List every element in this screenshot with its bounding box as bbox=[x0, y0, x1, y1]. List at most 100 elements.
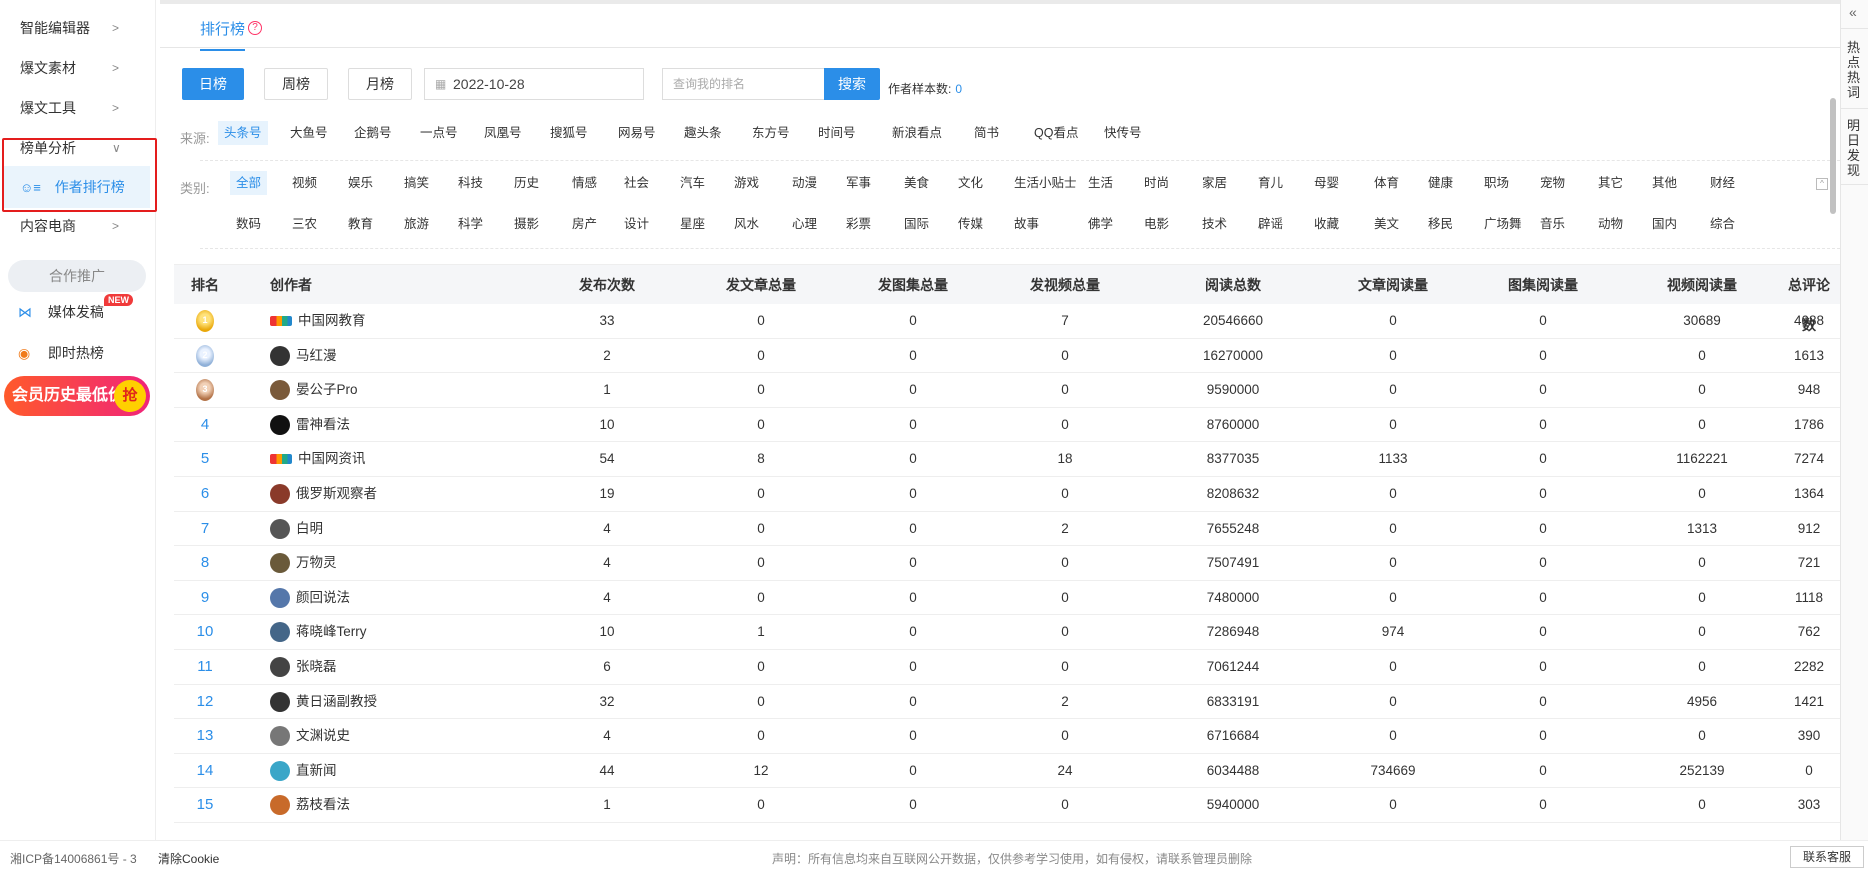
source-option[interactable]: 简书 bbox=[968, 121, 1005, 145]
category-option[interactable]: 其它 bbox=[1592, 171, 1629, 195]
day-ranking-button[interactable]: 日榜 bbox=[182, 68, 244, 100]
category-option[interactable]: 数码 bbox=[230, 212, 267, 236]
source-option[interactable]: 凤凰号 bbox=[478, 121, 528, 145]
date-picker[interactable]: ▦ 2022-10-28 bbox=[424, 68, 644, 100]
category-option[interactable]: 传媒 bbox=[952, 212, 989, 236]
category-option[interactable]: 科技 bbox=[452, 171, 489, 195]
source-option[interactable]: 企鹅号 bbox=[348, 121, 398, 145]
author-name[interactable]: 中国网教育 bbox=[298, 304, 366, 338]
category-option[interactable]: 搞笑 bbox=[398, 171, 435, 195]
author-name[interactable]: 直新闻 bbox=[296, 754, 337, 788]
source-option[interactable]: 搜狐号 bbox=[544, 121, 594, 145]
column-header[interactable]: 排名 bbox=[174, 265, 236, 305]
category-option[interactable]: 母婴 bbox=[1308, 171, 1345, 195]
member-promo-banner[interactable]: 会员历史最低价 抢 bbox=[4, 376, 150, 416]
column-header[interactable]: 发视频总量 bbox=[1000, 265, 1130, 305]
source-option[interactable]: 新浪看点 bbox=[886, 121, 948, 145]
category-option[interactable]: 娱乐 bbox=[342, 171, 379, 195]
author-name[interactable]: 万物灵 bbox=[296, 546, 337, 580]
author-cell[interactable]: 中国网教育 bbox=[270, 304, 470, 338]
week-ranking-button[interactable]: 周榜 bbox=[264, 68, 328, 100]
hot-list-link[interactable]: ◉ 即时热榜 bbox=[18, 343, 104, 363]
source-option[interactable]: 趣头条 bbox=[678, 121, 728, 145]
hot-words-tab[interactable]: 热点热词 bbox=[1847, 40, 1861, 100]
column-header[interactable]: 总评论数 bbox=[1782, 265, 1836, 333]
author-cell[interactable]: 白明 bbox=[270, 512, 470, 546]
scrollbar-thumb[interactable] bbox=[1830, 98, 1836, 214]
category-option[interactable]: 生活 bbox=[1082, 171, 1119, 195]
source-option[interactable]: 东方号 bbox=[746, 121, 796, 145]
media-publish-link[interactable]: ⋈ 媒体发稿 NEW bbox=[18, 294, 133, 322]
category-option[interactable]: 职场 bbox=[1478, 171, 1515, 195]
category-option[interactable]: 房产 bbox=[566, 212, 603, 236]
author-cell[interactable]: 张晓磊 bbox=[270, 650, 470, 684]
rank-search-input[interactable]: 查询我的排名 bbox=[662, 68, 824, 100]
author-name[interactable]: 颜回说法 bbox=[296, 581, 350, 615]
category-option[interactable]: 军事 bbox=[840, 171, 877, 195]
category-option[interactable]: 文化 bbox=[952, 171, 989, 195]
author-name[interactable]: 俄罗斯观察者 bbox=[296, 477, 377, 511]
category-option[interactable]: 全部 bbox=[230, 171, 268, 195]
column-header[interactable]: 图集阅读量 bbox=[1474, 265, 1612, 305]
contact-support-button[interactable]: 联系客服 bbox=[1790, 846, 1864, 868]
author-cell[interactable]: 马红漫 bbox=[270, 339, 470, 373]
author-cell[interactable]: 黄日涵副教授 bbox=[270, 685, 470, 719]
category-option[interactable]: 家居 bbox=[1196, 171, 1233, 195]
tab-ranking[interactable]: 排行榜 bbox=[200, 18, 246, 51]
category-option[interactable]: 美食 bbox=[898, 171, 935, 195]
category-option[interactable]: 设计 bbox=[618, 212, 655, 236]
column-header[interactable]: 阅读总数 bbox=[1164, 265, 1302, 305]
collapse-rail-icon[interactable]: « bbox=[1849, 4, 1857, 20]
author-cell[interactable]: 俄罗斯观察者 bbox=[270, 477, 470, 511]
icp-link[interactable]: 湘ICP备14006861号 - 3 bbox=[10, 850, 137, 867]
category-option[interactable]: 收藏 bbox=[1308, 212, 1345, 236]
category-option[interactable]: 故事 bbox=[1008, 212, 1045, 236]
column-header[interactable]: 视频阅读量 bbox=[1632, 265, 1772, 305]
column-header[interactable]: 创作者 bbox=[270, 265, 450, 305]
category-option[interactable]: 风水 bbox=[728, 212, 765, 236]
author-name[interactable]: 荔枝看法 bbox=[296, 788, 350, 822]
category-option[interactable]: 移民 bbox=[1422, 212, 1459, 236]
source-option[interactable]: 快传号 bbox=[1098, 121, 1148, 145]
column-header[interactable]: 发文章总量 bbox=[694, 265, 828, 305]
category-option[interactable]: 教育 bbox=[342, 212, 379, 236]
author-name[interactable]: 中国网资讯 bbox=[298, 442, 366, 476]
category-option[interactable]: 生活小贴士 bbox=[1008, 171, 1083, 195]
category-option[interactable]: 摄影 bbox=[508, 212, 545, 236]
column-header[interactable]: 文章阅读量 bbox=[1324, 265, 1462, 305]
category-option[interactable]: 广场舞 bbox=[1478, 212, 1528, 236]
search-button[interactable]: 搜索 bbox=[824, 68, 880, 100]
source-option[interactable]: 时间号 bbox=[812, 121, 862, 145]
category-option[interactable]: 电影 bbox=[1138, 212, 1175, 236]
category-option[interactable]: 音乐 bbox=[1534, 212, 1571, 236]
author-name[interactable]: 文渊说史 bbox=[296, 719, 350, 753]
author-name[interactable]: 晏公子Pro bbox=[296, 373, 358, 407]
category-option[interactable]: 视频 bbox=[286, 171, 323, 195]
sidebar-subitem-author-ranking[interactable]: ☺≡ 作者排行榜 bbox=[4, 166, 150, 208]
collapse-filter-icon[interactable]: ^ bbox=[1816, 178, 1828, 190]
author-name[interactable]: 张晓磊 bbox=[296, 650, 337, 684]
category-option[interactable]: 历史 bbox=[508, 171, 545, 195]
category-option[interactable]: 健康 bbox=[1422, 171, 1459, 195]
source-option[interactable]: 网易号 bbox=[612, 121, 662, 145]
category-option[interactable]: 宠物 bbox=[1534, 171, 1571, 195]
author-cell[interactable]: 中国网资讯 bbox=[270, 442, 470, 476]
column-header[interactable]: 发布次数 bbox=[538, 265, 676, 305]
category-option[interactable]: 其他 bbox=[1646, 171, 1683, 195]
author-cell[interactable]: 文渊说史 bbox=[270, 719, 470, 753]
category-option[interactable]: 育儿 bbox=[1252, 171, 1289, 195]
source-option[interactable]: QQ看点 bbox=[1028, 121, 1084, 145]
help-icon[interactable]: ? bbox=[248, 21, 262, 35]
category-option[interactable]: 游戏 bbox=[728, 171, 765, 195]
source-option[interactable]: 一点号 bbox=[414, 121, 464, 145]
category-option[interactable]: 星座 bbox=[674, 212, 711, 236]
source-option[interactable]: 头条号 bbox=[218, 121, 268, 145]
category-option[interactable]: 情感 bbox=[566, 171, 603, 195]
clear-cookie-link[interactable]: 清除Cookie bbox=[158, 850, 219, 867]
author-name[interactable]: 雷神看法 bbox=[296, 408, 350, 442]
sidebar-item-ecommerce[interactable]: 内容电商 > bbox=[0, 206, 156, 246]
author-cell[interactable]: 晏公子Pro bbox=[270, 373, 470, 407]
category-option[interactable]: 财经 bbox=[1704, 171, 1741, 195]
author-cell[interactable]: 蒋晓峰Terry bbox=[270, 615, 470, 649]
sidebar-item-editor[interactable]: 智能编辑器 > bbox=[0, 8, 156, 48]
